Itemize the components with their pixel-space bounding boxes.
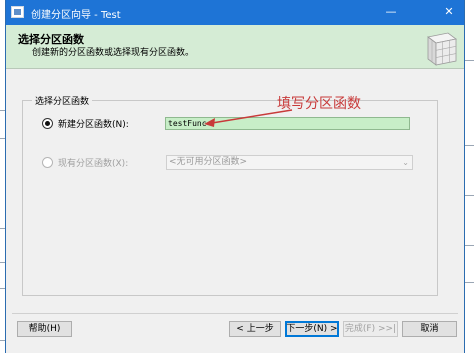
cancel-button[interactable]: 取消 [402,321,457,337]
next-button[interactable]: 下一步(N) > [285,321,339,337]
existing-function-select-value: <无可用分区函数> [169,157,248,167]
chevron-down-icon: ⌄ [402,158,409,167]
new-function-radio[interactable] [42,118,53,129]
app-icon [11,6,24,18]
existing-function-option[interactable]: 现有分区函数(X): [42,156,162,170]
help-button[interactable]: 帮助(H) [17,321,72,337]
footer-separator [12,313,458,314]
close-button[interactable]: ✕ [434,0,464,25]
back-button[interactable]: < 上一步 [229,321,281,337]
existing-function-label: 现有分区函数(X): [58,159,129,169]
page-subtitle: 创建新的分区函数或选择现有分区函数。 [32,48,195,58]
new-function-input[interactable]: testFunc [165,117,410,130]
finish-button[interactable]: 完成(F) >>| [343,321,398,337]
annotation-text: 填写分区函数 [277,96,361,112]
existing-function-select[interactable]: <无可用分区函数> ⌄ [166,155,413,170]
background-window-edge-right [465,0,474,353]
new-function-label: 新建分区函数(N): [58,120,129,130]
window-title: 创建分区向导 - Test [31,10,121,21]
new-function-option[interactable]: 新建分区函数(N): [42,117,162,131]
partition-grid-icon [427,32,457,66]
wizard-header: 选择分区函数 创建新的分区函数或选择现有分区函数。 [6,25,464,69]
existing-function-radio[interactable] [42,157,53,168]
minimize-button[interactable]: — [376,0,406,25]
group-label: 选择分区函数 [32,94,93,107]
title-bar: 创建分区向导 - Test — ✕ [6,0,464,25]
